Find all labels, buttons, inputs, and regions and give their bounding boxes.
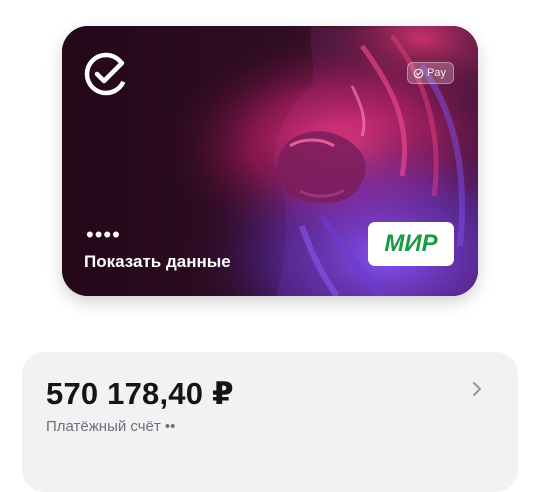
mir-logo-text: МИР — [384, 230, 438, 257]
masked-card-number: •••• — [86, 222, 121, 247]
pay-badge: Pay — [407, 62, 454, 84]
check-circle-icon — [413, 68, 424, 78]
pay-badge-label: Pay — [427, 67, 446, 79]
account-panel[interactable]: 570 178,40 ₽ Платёжный счёт •• — [22, 352, 518, 492]
bank-card[interactable]: Pay •••• Показать данные МИР — [62, 26, 478, 296]
mir-payment-system-logo: МИР — [368, 222, 454, 266]
show-card-data-button[interactable]: Показать данные — [84, 252, 231, 272]
account-name: Платёжный счёт •• — [46, 418, 176, 435]
bank-logo-check-circle-icon — [82, 50, 130, 98]
account-balance: 570 178,40 ₽ — [46, 376, 234, 411]
chevron-right-icon[interactable] — [470, 380, 484, 398]
